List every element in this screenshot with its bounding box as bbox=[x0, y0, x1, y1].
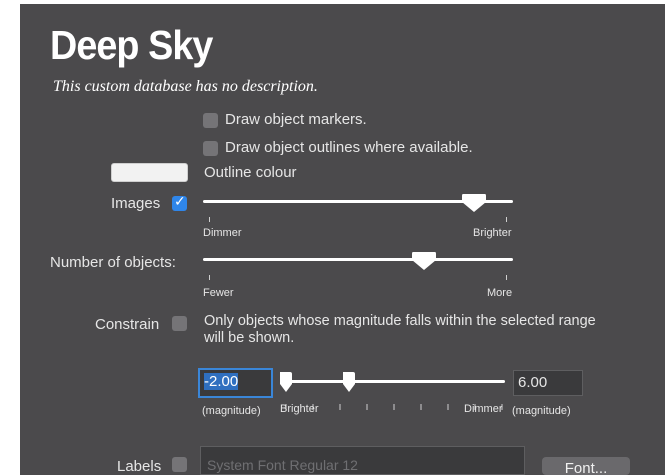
objects-min-label: Fewer bbox=[203, 287, 234, 299]
constrain-label: Constrain bbox=[95, 316, 160, 333]
objects-slider-thumb[interactable] bbox=[411, 251, 437, 271]
magnitude-range-track[interactable] bbox=[283, 380, 505, 383]
images-slider-thumb[interactable] bbox=[461, 193, 487, 213]
labels-label: Labels bbox=[117, 458, 162, 475]
outline-colour-label: Outline colour bbox=[204, 164, 297, 181]
images-max-label: Brighter bbox=[473, 227, 512, 239]
range-brighter-label: Brighter bbox=[280, 403, 319, 415]
constrain-note: Only objects whose magnitude falls withi… bbox=[204, 313, 596, 346]
range-dimmer-label: Dimmer bbox=[464, 403, 503, 415]
range-thumb-icon bbox=[280, 372, 292, 392]
magnitude-max-unit: (magnitude) bbox=[512, 405, 571, 417]
slider-tick bbox=[209, 275, 210, 280]
draw-outlines-checkbox[interactable] bbox=[203, 141, 218, 156]
magnitude-min-field[interactable]: -2.00 bbox=[198, 368, 273, 398]
labels-checkbox[interactable] bbox=[172, 457, 187, 472]
font-button[interactable]: Font... bbox=[542, 457, 630, 475]
magnitude-min-value: -2.00 bbox=[204, 373, 239, 390]
slider-tick bbox=[209, 217, 210, 222]
number-of-objects-label: Number of objects: bbox=[50, 254, 176, 271]
images-label: Images bbox=[111, 195, 161, 212]
images-checkbox[interactable] bbox=[172, 194, 187, 211]
objects-slider-track[interactable] bbox=[203, 258, 513, 261]
objects-max-label: More bbox=[487, 287, 513, 299]
constrain-checkbox[interactable] bbox=[172, 316, 187, 331]
draw-outlines-label: Draw object outlines where available. bbox=[225, 139, 473, 156]
outline-colour-swatch[interactable] bbox=[111, 163, 188, 182]
magnitude-min-unit: (magnitude) bbox=[202, 405, 261, 417]
slider-thumb-icon bbox=[412, 252, 436, 270]
range-low-thumb[interactable] bbox=[279, 371, 293, 393]
range-high-thumb[interactable] bbox=[342, 371, 356, 393]
images-min-label: Dimmer bbox=[203, 227, 242, 239]
slider-tick bbox=[506, 275, 507, 280]
draw-markers-label: Draw object markers. bbox=[225, 111, 367, 128]
database-description: This custom database has no description. bbox=[53, 78, 318, 95]
slider-thumb-icon bbox=[462, 194, 486, 212]
slider-tick bbox=[506, 217, 507, 222]
page-title: Deep Sky bbox=[50, 22, 213, 68]
range-thumb-icon bbox=[343, 372, 355, 392]
draw-markers-checkbox[interactable] bbox=[203, 113, 218, 128]
magnitude-max-field[interactable]: 6.00 bbox=[513, 370, 583, 396]
magnitude-max-value: 6.00 bbox=[518, 374, 548, 391]
font-display-field[interactable]: System Font Regular 12 bbox=[200, 446, 525, 475]
